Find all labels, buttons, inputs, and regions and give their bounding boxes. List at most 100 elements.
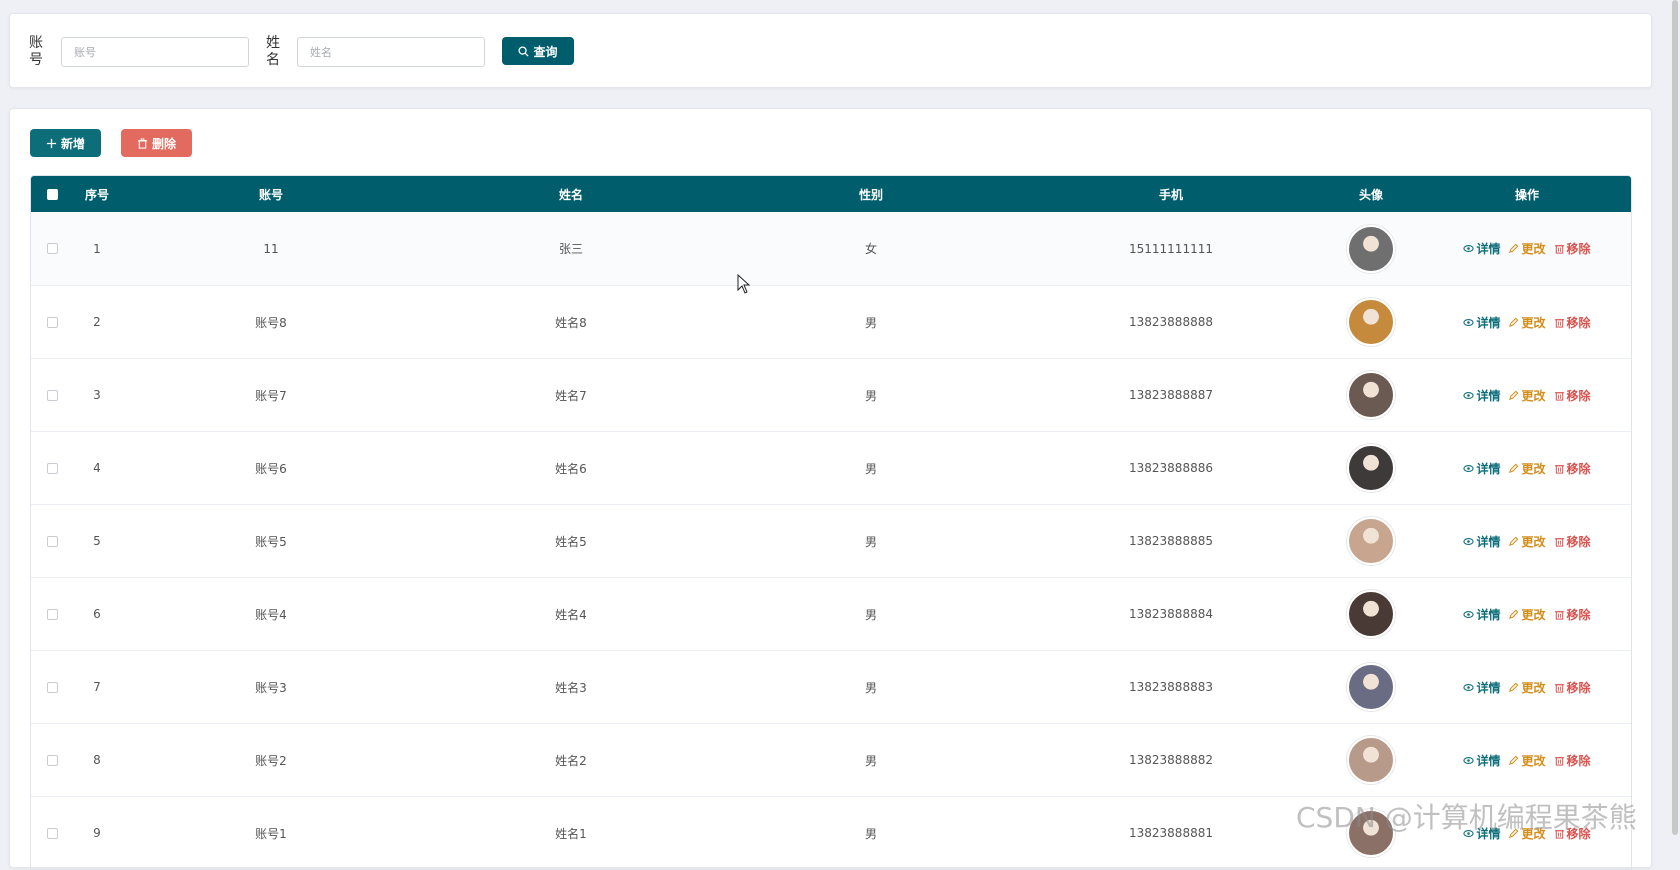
row-checkbox[interactable] bbox=[46, 608, 58, 620]
eye-icon bbox=[1463, 464, 1475, 472]
row-checkbox[interactable] bbox=[46, 389, 58, 401]
edit-label: 更改 bbox=[1521, 461, 1546, 476]
detail-button[interactable]: 详情 bbox=[1463, 679, 1500, 696]
detail-button[interactable]: 详情 bbox=[1463, 752, 1500, 769]
plus-icon bbox=[46, 138, 57, 148]
name-search-input[interactable] bbox=[297, 37, 485, 67]
edit-button[interactable]: 更改 bbox=[1508, 606, 1546, 623]
detail-button[interactable]: 详情 bbox=[1463, 314, 1500, 331]
cell-name: 姓名8 bbox=[555, 315, 587, 330]
detail-button[interactable]: 详情 bbox=[1463, 533, 1500, 550]
row-checkbox[interactable] bbox=[46, 535, 58, 547]
edit-icon bbox=[1509, 463, 1519, 473]
table-row: 1 11 张三女 15111111111 详情 更改 移除 bbox=[31, 212, 1631, 285]
remove-label: 移除 bbox=[1566, 534, 1591, 549]
cell-account: 账号3 bbox=[255, 680, 287, 695]
detail-button[interactable]: 详情 bbox=[1463, 240, 1500, 257]
detail-button[interactable]: 详情 bbox=[1463, 387, 1500, 404]
cell-index: 2 bbox=[93, 315, 101, 329]
delete-button[interactable]: 删除 bbox=[121, 129, 192, 157]
page-scrollbar[interactable] bbox=[1672, 0, 1678, 835]
detail-label: 详情 bbox=[1476, 680, 1501, 695]
edit-button[interactable]: 更改 bbox=[1508, 314, 1546, 331]
edit-button[interactable]: 更改 bbox=[1508, 533, 1546, 550]
search-panel: 账号 姓名 查询 bbox=[9, 13, 1652, 88]
cell-phone: 13823888882 bbox=[1129, 753, 1213, 767]
avatar bbox=[1347, 298, 1395, 346]
remove-button[interactable]: 移除 bbox=[1554, 387, 1591, 404]
col-header-actions: 操作 bbox=[1514, 187, 1539, 202]
remove-button[interactable]: 移除 bbox=[1554, 606, 1591, 623]
row-checkbox[interactable] bbox=[46, 827, 58, 839]
remove-button[interactable]: 移除 bbox=[1554, 825, 1591, 842]
cell-name: 姓名4 bbox=[555, 607, 587, 622]
cell-name: 姓名5 bbox=[555, 534, 587, 549]
remove-button[interactable]: 移除 bbox=[1554, 752, 1591, 769]
row-checkbox[interactable] bbox=[46, 243, 58, 254]
remove-button[interactable]: 移除 bbox=[1554, 240, 1591, 257]
table-panel: 新增 删除 序号 账号 姓名 性别 手机 头像 操作 1 11 张三女 1511111… bbox=[9, 108, 1652, 870]
cell-index: 6 bbox=[93, 607, 101, 621]
cell-index: 1 bbox=[93, 241, 101, 256]
cell-index: 9 bbox=[93, 826, 101, 840]
mouse-cursor-icon bbox=[737, 274, 751, 294]
remove-label: 移除 bbox=[1566, 826, 1591, 841]
edit-icon bbox=[1509, 536, 1519, 546]
edit-icon bbox=[1509, 390, 1519, 400]
cell-account: 账号1 bbox=[255, 826, 287, 841]
edit-button[interactable]: 更改 bbox=[1508, 825, 1546, 842]
cell-sex: 男 bbox=[864, 315, 877, 330]
detail-button[interactable]: 详情 bbox=[1463, 606, 1500, 623]
edit-icon bbox=[1509, 609, 1519, 619]
detail-button[interactable]: 详情 bbox=[1463, 825, 1500, 842]
cell-index: 5 bbox=[93, 534, 101, 548]
avatar bbox=[1347, 736, 1395, 784]
col-header-index: 序号 bbox=[84, 187, 109, 202]
remove-button[interactable]: 移除 bbox=[1554, 314, 1591, 331]
row-checkbox[interactable] bbox=[46, 681, 58, 693]
detail-button[interactable]: 详情 bbox=[1463, 460, 1500, 477]
detail-label: 详情 bbox=[1476, 315, 1501, 330]
edit-button[interactable]: 更改 bbox=[1508, 752, 1546, 769]
edit-label: 更改 bbox=[1521, 315, 1546, 330]
table-row: 2 账号8 姓名8 男 13823888888 详情 更改 移除 bbox=[31, 285, 1631, 358]
table-row: 6 账号4 姓名4 男 13823888884 详情 更改 移除 bbox=[31, 577, 1631, 650]
cell-phone: 13823888887 bbox=[1129, 388, 1213, 402]
col-header-avatar: 头像 bbox=[1358, 187, 1383, 202]
avatar bbox=[1347, 590, 1395, 638]
table-row: 8 账号2 姓名2 男 13823888882 详情 更改 移除 bbox=[31, 723, 1631, 796]
delete-button-label: 删除 bbox=[151, 136, 176, 151]
remove-button[interactable]: 移除 bbox=[1554, 533, 1591, 550]
row-checkbox[interactable] bbox=[46, 316, 58, 328]
cell-index: 7 bbox=[93, 680, 101, 694]
cell-name: 姓名7 bbox=[555, 388, 587, 403]
eye-icon bbox=[1463, 245, 1475, 252]
eye-icon bbox=[1463, 391, 1475, 399]
user-table: 序号 账号 姓名 性别 手机 头像 操作 1 11 张三女 15111111111 详情… bbox=[30, 175, 1632, 870]
cell-index: 3 bbox=[93, 388, 101, 402]
eye-icon bbox=[1463, 829, 1475, 837]
remove-label: 移除 bbox=[1566, 680, 1591, 695]
remove-button[interactable]: 移除 bbox=[1554, 460, 1591, 477]
edit-button[interactable]: 更改 bbox=[1508, 240, 1546, 257]
cell-account: 账号4 bbox=[255, 607, 287, 622]
edit-icon bbox=[1509, 682, 1519, 692]
table-row: 7 账号3 姓名3 男 13823888883 详情 更改 移除 bbox=[31, 650, 1631, 723]
select-all-checkbox[interactable] bbox=[46, 188, 58, 200]
edit-button[interactable]: 更改 bbox=[1508, 460, 1546, 477]
account-search-input[interactable] bbox=[61, 37, 249, 67]
remove-button[interactable]: 移除 bbox=[1554, 679, 1591, 696]
detail-label: 详情 bbox=[1476, 826, 1501, 841]
query-button[interactable]: 查询 bbox=[502, 37, 574, 65]
eye-icon bbox=[1463, 537, 1475, 545]
add-button[interactable]: 新增 bbox=[30, 129, 101, 157]
row-checkbox[interactable] bbox=[46, 462, 58, 474]
eye-icon bbox=[1463, 318, 1475, 326]
edit-button[interactable]: 更改 bbox=[1508, 387, 1546, 404]
remove-label: 移除 bbox=[1566, 315, 1591, 330]
col-header-account: 账号 bbox=[258, 187, 283, 202]
row-checkbox[interactable] bbox=[46, 754, 58, 766]
trash-icon bbox=[137, 137, 148, 149]
edit-button[interactable]: 更改 bbox=[1508, 679, 1546, 696]
edit-icon bbox=[1509, 755, 1519, 765]
